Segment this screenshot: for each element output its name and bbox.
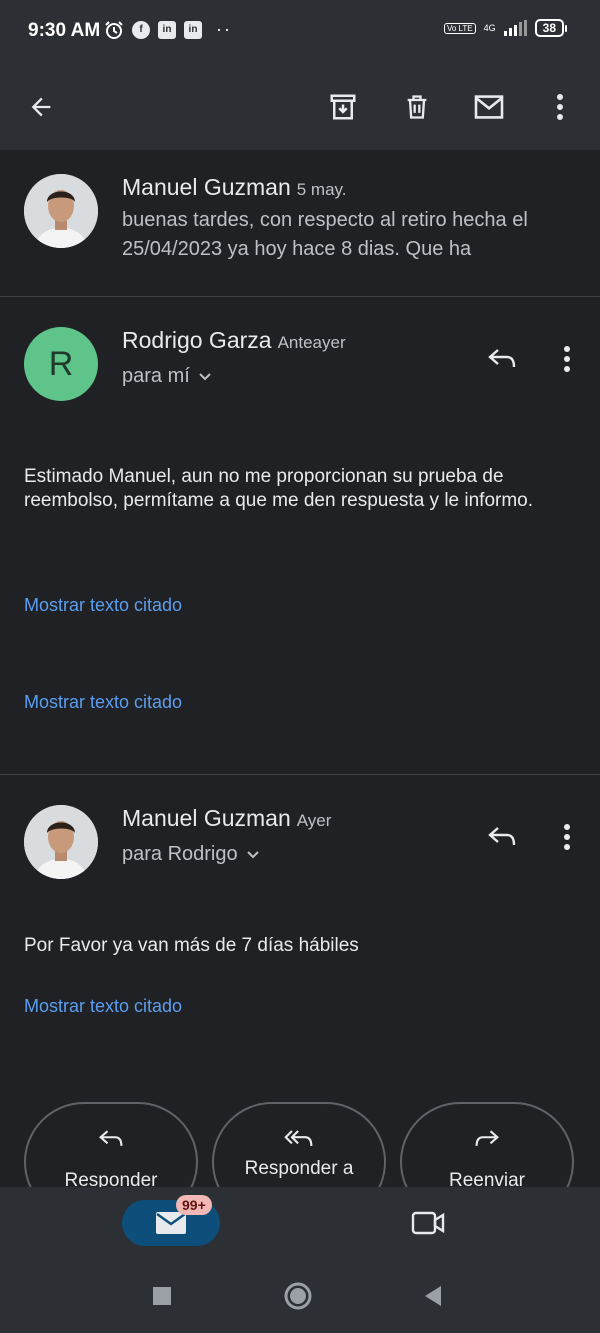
system-back-button[interactable] [418,1281,448,1311]
profile-photo [24,805,98,879]
show-quoted-text-link[interactable]: Mostrar texto citado [24,595,182,616]
delete-icon [407,95,427,119]
recent-apps-button[interactable] [147,1281,177,1311]
recipient-label: para Rodrigo [122,843,238,865]
chevron-down-icon [246,850,259,858]
sender-name: Manuel Guzman 5 may. [122,174,347,200]
back-arrow-icon [31,97,51,117]
linkedin-icon: in [184,20,202,39]
top-toolbar [0,64,600,150]
archive-button[interactable] [316,80,370,134]
avatar [24,805,98,879]
mark-unread-button[interactable] [462,80,516,134]
signal-icon [503,20,527,36]
reply-all-icon [214,1128,384,1155]
show-quoted-text-link[interactable]: Mostrar texto citado [24,692,182,713]
more-vert-icon [564,824,570,850]
alarm-icon [105,20,123,39]
profile-photo [24,174,98,248]
video-camera-icon [411,1211,445,1235]
message-snippet: buenas tardes, con respecto al retiro he… [122,209,528,260]
reply-icon [26,1128,196,1155]
more-vert-icon [557,94,563,120]
reply-all-label: Responder a [244,1158,354,1179]
forward-icon [402,1128,572,1155]
meet-tab[interactable] [408,1205,448,1241]
more-notifications-icon: ·· [216,19,232,39]
status-time: 9:30 AM [28,20,101,41]
unread-badge: 99+ [176,1195,212,1215]
square-icon [153,1287,171,1305]
circle-icon [284,1282,312,1310]
message-date: Anteayer [277,333,346,352]
bottom-navigation: 99+ [0,1187,600,1333]
triangle-back-icon [425,1286,441,1306]
message-date: 5 may. [296,180,347,199]
delete-button[interactable] [390,80,444,134]
message-rodrigo: R Rodrigo Garza Anteayer para mí Estimado… [0,297,600,774]
back-button[interactable] [14,80,68,134]
recipient-details-toggle[interactable]: para mí [122,365,212,388]
avatar: R [24,327,98,401]
volte-icon: Vo LTE [443,22,476,34]
reply-button[interactable] [480,337,524,381]
more-options-button[interactable] [533,80,587,134]
linkedin-icon: in [158,20,176,39]
collapsed-message[interactable]: Manuel Guzman 5 may. buenas tardes, con r… [0,150,600,296]
avatar [24,174,98,248]
sender-name: Rodrigo Garza Anteayer [122,327,346,353]
message-date: Ayer [296,811,332,830]
reply-button[interactable] [480,815,524,859]
recipient-details-toggle[interactable]: para Rodrigo [122,843,260,866]
reply-icon [488,827,516,846]
network-type: 4G [483,22,496,33]
message-body: Estimado Manuel, aun no me proporcionan … [24,466,534,511]
chevron-down-icon [199,372,211,380]
notification-icons: f in in ·· [104,19,232,40]
more-vert-icon [564,346,570,372]
mark-unread-icon [474,95,504,119]
message-more-button[interactable] [545,337,589,381]
facebook-icon: f [132,20,150,39]
battery-icon: 38 [534,19,568,37]
reply-icon [488,349,516,368]
message-more-button[interactable] [545,815,589,859]
status-bar: 9:30 AM f in in ·· Vo LTE 4G 38 [0,0,600,64]
message-body: Por Favor ya van más de 7 días hábiles [24,935,359,956]
sender-name: Manuel Guzman Ayer [122,805,332,831]
archive-icon [330,94,356,120]
message-manuel: Manuel Guzman Ayer para Rodrigo Por Favor… [0,775,600,1105]
status-right: Vo LTE 4G 38 [443,19,568,37]
show-quoted-text-link[interactable]: Mostrar texto citado [24,996,182,1017]
recipient-label: para mí [122,365,190,387]
home-button[interactable] [283,1281,313,1311]
